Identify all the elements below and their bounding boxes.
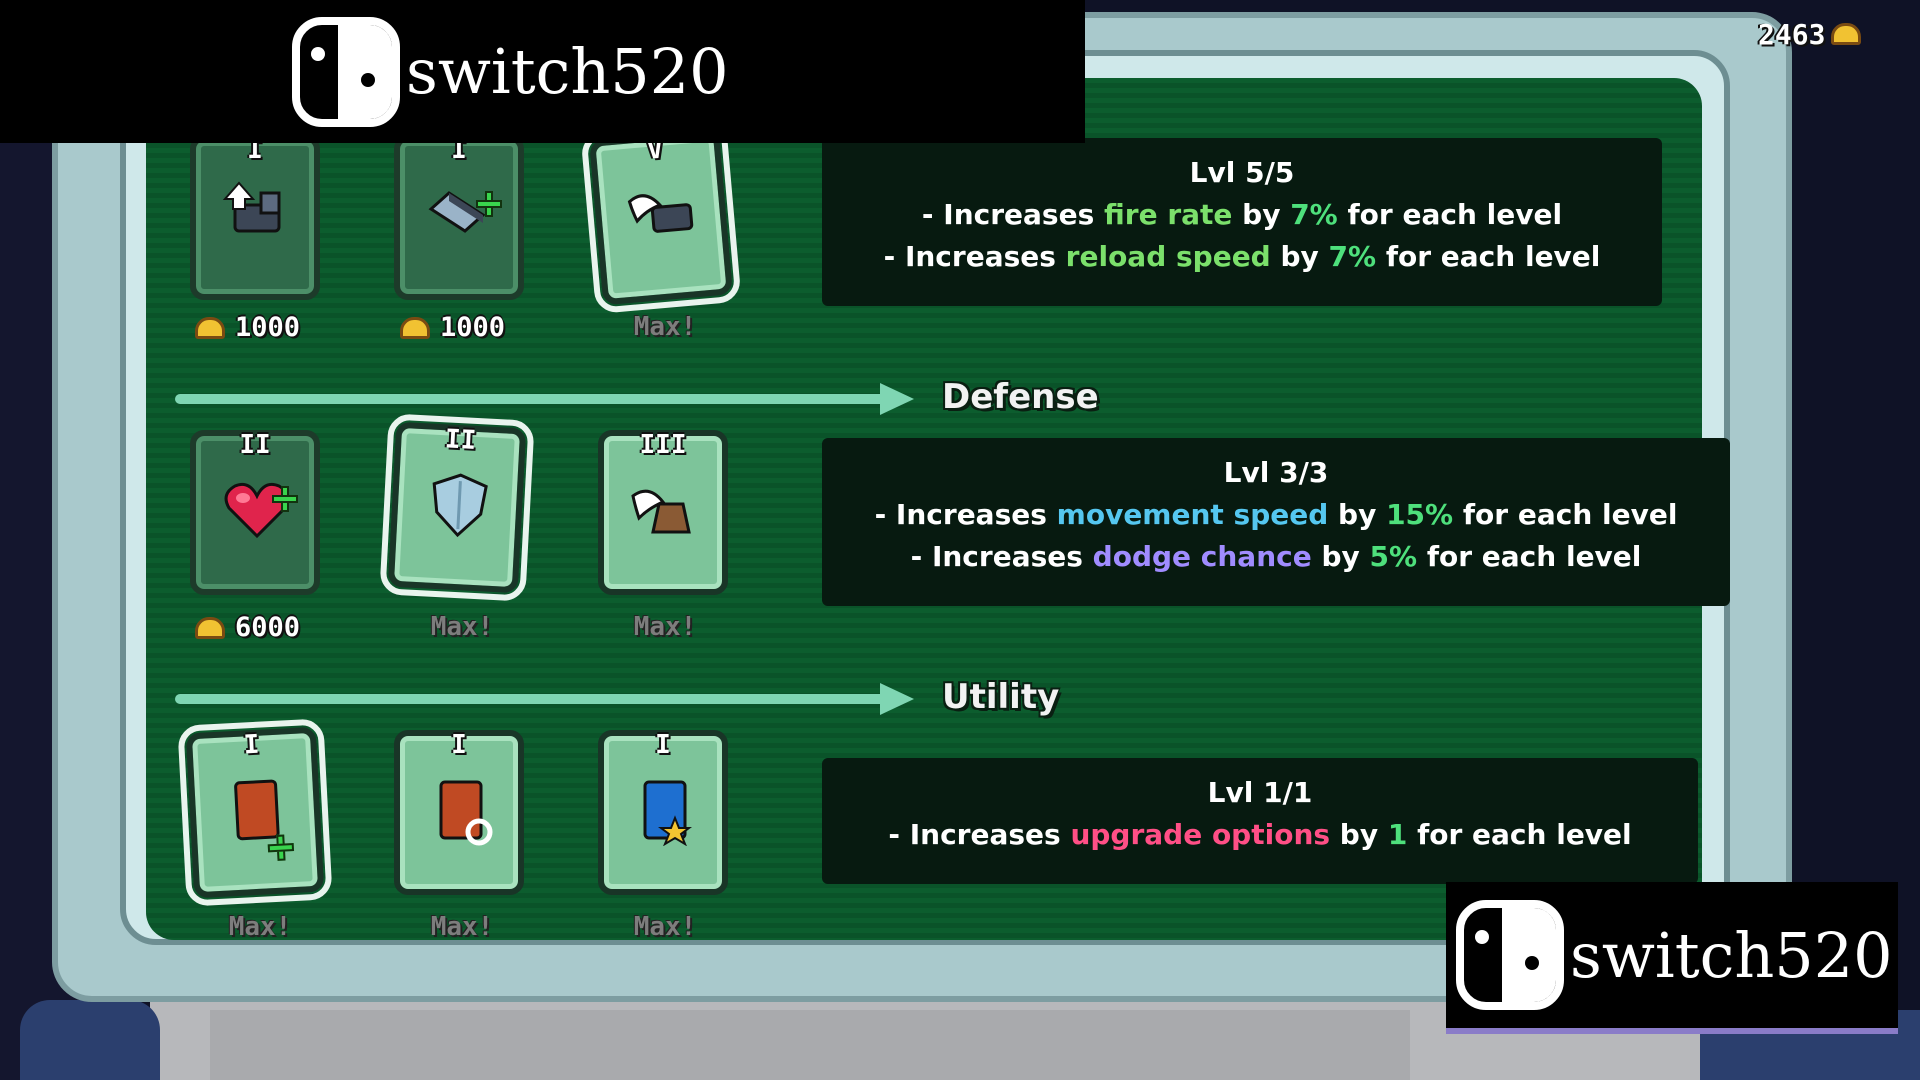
cost-fire-rate: 1000 bbox=[195, 312, 300, 343]
cost-value: 1000 bbox=[440, 312, 506, 343]
background-floor-inner bbox=[210, 1010, 1410, 1080]
info-suffix: for each level bbox=[1376, 240, 1601, 273]
info-prefix: - Increases bbox=[921, 198, 1105, 231]
info-prefix: - Increases bbox=[874, 498, 1057, 531]
watermark-text: switch520 bbox=[1570, 918, 1893, 992]
card-level: II bbox=[444, 424, 477, 456]
info-prefix: - Increases bbox=[888, 818, 1071, 851]
cost-value: 1000 bbox=[235, 312, 301, 343]
watermark-bottom: switch520 bbox=[1446, 882, 1898, 1034]
info-mid: by bbox=[1328, 498, 1387, 531]
info-suffix: for each level bbox=[1337, 198, 1563, 231]
info-prefix: - Increases bbox=[910, 540, 1093, 573]
cost-reload-speed: 1000 bbox=[400, 312, 505, 343]
watermark-top: switch520 bbox=[0, 0, 1085, 143]
plus-icon bbox=[476, 191, 502, 217]
stat-name: upgrade options bbox=[1070, 818, 1331, 851]
stat-value: 7% bbox=[1328, 240, 1377, 273]
card-star-icon bbox=[629, 774, 701, 846]
plus-icon bbox=[267, 834, 294, 861]
info-level: Lvl 1/1 bbox=[1207, 776, 1313, 809]
stat-value: 1 bbox=[1387, 818, 1408, 851]
info-line: - Increases reload speed by 7% for each … bbox=[822, 236, 1662, 278]
max-label: Max! bbox=[430, 912, 494, 942]
stat-value: 7% bbox=[1290, 198, 1338, 231]
upgrade-card-shield[interactable]: II bbox=[379, 413, 535, 602]
switch-logo-icon bbox=[1456, 900, 1564, 1010]
upgrade-card-rarity[interactable]: I bbox=[598, 730, 728, 895]
winged-gun-icon bbox=[624, 176, 702, 254]
cheese-icon bbox=[1831, 23, 1862, 45]
upgrade-card-extra-option[interactable]: I bbox=[177, 718, 333, 907]
card-level: III bbox=[639, 430, 687, 460]
info-level: Lvl 3/3 bbox=[1223, 456, 1329, 489]
stat-name: fire rate bbox=[1104, 198, 1233, 231]
max-label: Max! bbox=[633, 912, 697, 942]
upgrade-card-winged-gun[interactable]: V bbox=[580, 121, 742, 314]
upgrade-card-health[interactable]: II bbox=[190, 430, 320, 595]
max-label: Max! bbox=[430, 612, 494, 642]
upgrade-card-reroll[interactable]: I bbox=[394, 730, 524, 895]
section-divider-defense bbox=[175, 394, 895, 404]
upgrade-card-reload-speed[interactable]: I bbox=[394, 135, 524, 300]
card-level: II bbox=[239, 430, 271, 460]
upgrade-card-movement[interactable]: III bbox=[598, 430, 728, 595]
upgrade-info-box: Lvl 5/5 - Increases fire rate by 7% for … bbox=[822, 138, 1662, 306]
card-level: I bbox=[242, 729, 261, 761]
cheese-icon bbox=[195, 316, 225, 339]
currency-value: 2463 bbox=[1758, 17, 1826, 51]
cheese-icon bbox=[195, 616, 225, 639]
info-mid: by bbox=[1270, 240, 1329, 273]
info-suffix: for each level bbox=[1453, 498, 1678, 531]
info-level: Lvl 5/5 bbox=[1189, 156, 1295, 189]
info-line: - Increases fire rate by 7% for each lev… bbox=[822, 194, 1662, 236]
switch-logo-icon bbox=[292, 16, 400, 127]
card-level: I bbox=[451, 730, 467, 760]
upgrade-info-box: Lvl 3/3 - Increases movement speed by 15… bbox=[822, 438, 1730, 606]
arrow-right-icon bbox=[880, 383, 914, 415]
section-title-defense: Defense bbox=[942, 377, 1099, 417]
upgrade-card-fire-rate[interactable]: I bbox=[190, 135, 320, 300]
watermark-text: switch520 bbox=[406, 35, 729, 108]
stat-value: 15% bbox=[1386, 498, 1454, 531]
info-line: - Increases upgrade options by 1 for eac… bbox=[822, 814, 1698, 856]
stat-name: reload speed bbox=[1065, 240, 1271, 273]
info-mid: by bbox=[1232, 198, 1291, 231]
plus-icon bbox=[272, 486, 298, 512]
info-line: - Increases movement speed by 15% for ea… bbox=[822, 494, 1730, 536]
info-mid: by bbox=[1330, 818, 1388, 851]
stat-name: dodge chance bbox=[1092, 540, 1312, 573]
card-level: I bbox=[655, 730, 671, 760]
max-label: Max! bbox=[633, 612, 697, 642]
shield-icon bbox=[421, 467, 497, 543]
info-mid: by bbox=[1311, 540, 1370, 573]
winged-boot-icon bbox=[629, 474, 701, 546]
max-label: Max! bbox=[228, 912, 292, 942]
section-title-utility: Utility bbox=[942, 677, 1060, 717]
upgrade-info-box: Lvl 1/1 - Increases upgrade options by 1… bbox=[822, 758, 1698, 884]
cost-value: 6000 bbox=[235, 612, 301, 643]
stat-name: movement speed bbox=[1056, 498, 1329, 531]
gun-up-arrow-icon bbox=[221, 179, 293, 251]
stat-value: 5% bbox=[1369, 540, 1418, 573]
section-divider-utility bbox=[175, 694, 895, 704]
max-label: Max! bbox=[633, 312, 697, 342]
info-suffix: for each level bbox=[1417, 540, 1642, 573]
currency-display: 2463 bbox=[1758, 16, 1862, 52]
cheese-icon bbox=[400, 316, 430, 339]
info-prefix: - Increases bbox=[883, 240, 1066, 273]
arrow-right-icon bbox=[880, 683, 914, 715]
cost-health: 6000 bbox=[195, 612, 300, 643]
info-line: - Increases dodge chance by 5% for each … bbox=[822, 536, 1730, 578]
info-suffix: for each level bbox=[1407, 818, 1632, 851]
background-pipe-left bbox=[20, 1000, 160, 1080]
card-reroll-icon bbox=[425, 774, 497, 846]
